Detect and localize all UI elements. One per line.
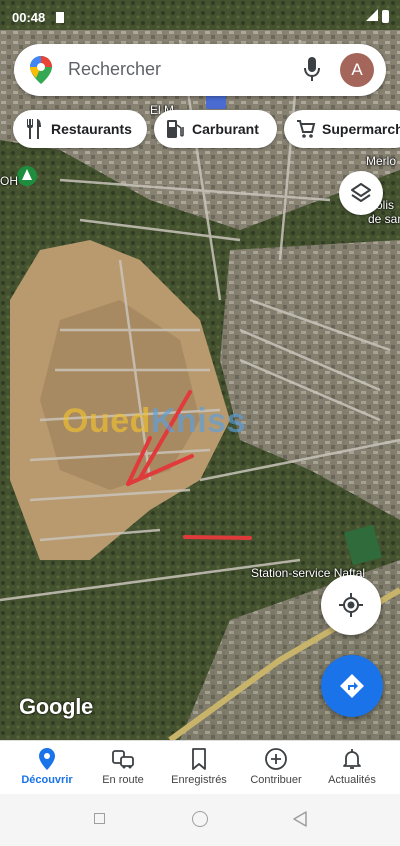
nav-contribute[interactable]: Contribuer: [238, 741, 314, 795]
map-label-place-3[interactable]: de sant: [368, 212, 400, 226]
nav-label: Contribuer: [250, 774, 302, 786]
crosshair-icon: [339, 593, 363, 617]
map-label-place-1[interactable]: Merlo: [366, 154, 396, 168]
restaurant-icon: [27, 119, 41, 139]
chip-fuel[interactable]: Carburant: [154, 110, 277, 148]
nav-label: Enregistrés: [171, 774, 227, 786]
notification-icon: [56, 12, 64, 23]
watermark: OuedKniss: [62, 402, 246, 441]
status-bar: 00:48: [0, 0, 400, 34]
fuel-pump-icon: [167, 120, 184, 138]
chip-restaurants[interactable]: Restaurants: [13, 110, 147, 148]
google-maps-pin-icon: [30, 56, 52, 84]
shopping-cart-icon: [297, 120, 316, 138]
commute-icon: [112, 750, 134, 769]
nav-commute[interactable]: En route: [85, 741, 161, 795]
status-time: 00:48: [12, 10, 46, 25]
back-button[interactable]: [293, 811, 307, 827]
bookmark-icon: [192, 748, 206, 770]
search-input[interactable]: Rechercher: [68, 59, 161, 80]
layers-button[interactable]: [339, 171, 383, 215]
watermark-part-1: Oued: [62, 402, 151, 440]
bottom-navigation: Découvrir En route Enregistrés Contribue…: [0, 740, 400, 795]
watermark-part-2: Kniss: [150, 402, 246, 440]
signal-icon: [366, 9, 378, 21]
directions-icon: [340, 674, 364, 698]
chip-label: Carburant: [192, 121, 259, 137]
chip-label: Supermarché: [322, 121, 400, 137]
microphone-icon[interactable]: [304, 57, 320, 81]
bell-icon: [343, 749, 361, 769]
account-avatar[interactable]: A: [340, 53, 374, 87]
search-bar[interactable]: Rechercher A: [14, 44, 386, 96]
nav-label: En route: [102, 774, 144, 786]
map-label-left[interactable]: OH: [0, 174, 18, 188]
directions-button[interactable]: [321, 655, 383, 717]
nav-updates[interactable]: Actualités: [314, 741, 390, 795]
nav-label: Actualités: [328, 774, 376, 786]
recent-apps-button[interactable]: [94, 813, 105, 824]
google-logo: Google: [19, 694, 93, 719]
my-location-button[interactable]: [321, 575, 381, 635]
nav-saved[interactable]: Enregistrés: [161, 741, 237, 795]
location-pin-icon: [39, 748, 55, 770]
add-circle-icon: [265, 748, 287, 770]
nav-explore[interactable]: Découvrir: [9, 741, 85, 795]
nav-label: Découvrir: [21, 774, 73, 786]
chip-supermarket[interactable]: Supermarché: [284, 110, 400, 148]
system-navigation-bar: [0, 794, 400, 846]
home-button[interactable]: [192, 811, 208, 827]
chip-label: Restaurants: [51, 121, 132, 137]
layers-icon: [351, 183, 371, 202]
battery-icon: [382, 10, 389, 23]
